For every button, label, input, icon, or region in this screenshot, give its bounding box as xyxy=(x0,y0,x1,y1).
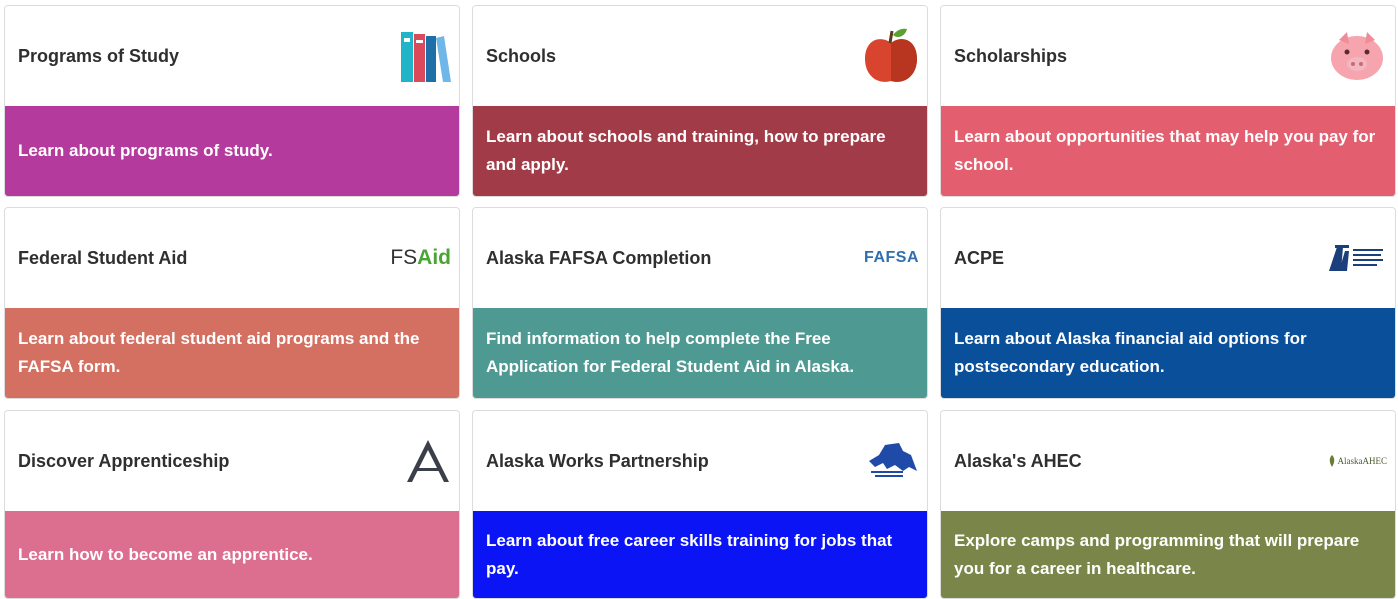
card-body: Learn about federal student aid programs… xyxy=(5,308,459,398)
card-description: Learn about schools and training, how to… xyxy=(486,127,886,174)
card-title: Schools xyxy=(486,46,557,66)
fsaid-logo-text-fs: FS xyxy=(390,246,418,269)
fsaid-logo-text-aid: Aid xyxy=(417,246,451,269)
books-icon xyxy=(389,26,451,86)
card-description: Learn about federal student aid programs… xyxy=(18,329,420,376)
card-title: Alaska Works Partnership xyxy=(486,451,709,471)
card-description: Find information to help complete the Fr… xyxy=(486,329,855,376)
card-description: Learn about Alaska financial aid options… xyxy=(954,329,1307,376)
card-schools[interactable]: Schools Learn about schools and training… xyxy=(472,5,928,197)
card-header: Alaska's AHEC AlaskaAHEC xyxy=(941,411,1395,511)
alaska-works-logo xyxy=(857,431,919,491)
card-header: ACPE xyxy=(941,208,1395,308)
card-alaskas-ahec[interactable]: Alaska's AHEC AlaskaAHEC Explore camps a… xyxy=(940,410,1396,599)
card-body: Find information to help complete the Fr… xyxy=(473,308,927,398)
card-description: Learn how to become an apprentice. xyxy=(18,544,313,564)
fafsa-logo: FAFSA xyxy=(849,228,919,288)
card-title: Discover Apprenticeship xyxy=(18,451,230,471)
resource-card-grid: Programs of Study Learn about programs o… xyxy=(0,0,1398,599)
card-header: Alaska FAFSA Completion FAFSA xyxy=(473,208,927,308)
card-header: Discover Apprenticeship xyxy=(5,411,459,511)
card-title: Alaska's AHEC xyxy=(954,451,1082,471)
card-discover-apprenticeship[interactable]: Discover Apprenticeship Learn how to bec… xyxy=(4,410,460,599)
acpe-logo xyxy=(1325,228,1387,288)
piggy-bank-icon xyxy=(1325,26,1387,86)
card-body: Learn how to become an apprentice. xyxy=(5,511,459,598)
apprenticeship-a-logo xyxy=(389,431,451,491)
card-description: Learn about opportunities that may help … xyxy=(954,127,1376,174)
card-description: Learn about programs of study. xyxy=(18,141,273,160)
card-body: Explore camps and programming that will … xyxy=(941,511,1395,598)
card-header: Scholarships xyxy=(941,6,1395,106)
card-body: Learn about opportunities that may help … xyxy=(941,106,1395,196)
card-title: Alaska FAFSA Completion xyxy=(486,248,712,268)
card-body: Learn about Alaska financial aid options… xyxy=(941,308,1395,398)
apple-icon xyxy=(857,26,919,86)
card-title: Scholarships xyxy=(954,46,1068,66)
card-scholarships[interactable]: Scholarships Learn about opportunities t… xyxy=(940,5,1396,197)
alaska-ahec-logo-text: AlaskaAHEC xyxy=(1337,456,1388,466)
card-header: Federal Student Aid FSAid xyxy=(5,208,459,308)
card-title: Federal Student Aid xyxy=(18,248,188,268)
card-header: Schools xyxy=(473,6,927,106)
card-title: ACPE xyxy=(954,248,1005,268)
alaska-ahec-logo: AlaskaAHEC xyxy=(1315,431,1387,491)
card-acpe[interactable]: ACPE Learn about Alaska financial aid op… xyxy=(940,207,1396,399)
card-header: Alaska Works Partnership xyxy=(473,411,927,511)
card-title: Programs of Study xyxy=(18,46,180,66)
card-header: Programs of Study xyxy=(5,6,459,106)
card-alaska-fafsa-completion[interactable]: Alaska FAFSA Completion FAFSA Find infor… xyxy=(472,207,928,399)
card-body: Learn about schools and training, how to… xyxy=(473,106,927,196)
card-body: Learn about free career skills training … xyxy=(473,511,927,598)
card-description: Explore camps and programming that will … xyxy=(954,530,1360,578)
card-description: Learn about free career skills training … xyxy=(486,530,893,578)
card-alaska-works-partnership[interactable]: Alaska Works Partnership Learn about fre… xyxy=(472,410,928,599)
card-federal-student-aid[interactable]: Federal Student Aid FSAid Learn about fe… xyxy=(4,207,460,399)
card-programs-of-study[interactable]: Programs of Study Learn about programs o… xyxy=(4,5,460,197)
card-body: Learn about programs of study. xyxy=(5,106,459,196)
fsaid-logo: FSAid xyxy=(381,228,451,288)
fafsa-logo-text: FAFSA xyxy=(864,249,919,266)
